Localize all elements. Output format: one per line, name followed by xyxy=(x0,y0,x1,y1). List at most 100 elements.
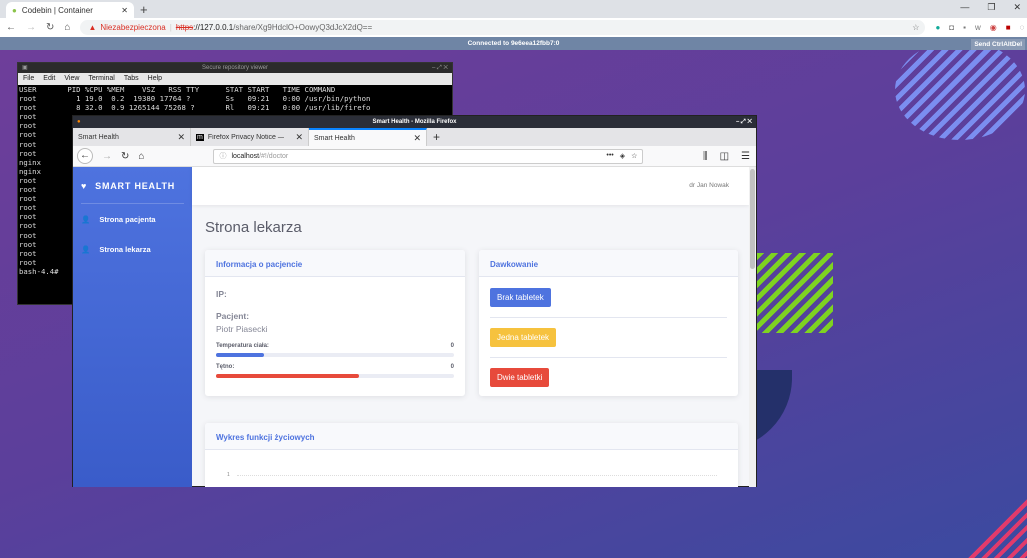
user-name[interactable]: dr Jan Nowak xyxy=(689,182,729,189)
reload-button[interactable]: ↻ xyxy=(121,151,129,162)
library-icon[interactable]: ⫼ xyxy=(703,151,708,162)
pocket-icon[interactable]: ◈ xyxy=(620,152,625,160)
menu-icon[interactable]: ☰ xyxy=(741,151,750,162)
card-title: Dawkowanie xyxy=(479,250,738,277)
forward-button[interactable]: → xyxy=(102,151,112,162)
gridline xyxy=(237,475,717,476)
window-title: Smart Health - Mozilla Firefox xyxy=(372,119,457,125)
chrome-toolbar: ← → ↻ ⌂ ▲ Niezabezpieczona | https://127.0.0.1… xyxy=(0,18,1027,37)
tab-privacy-notice[interactable]: mFirefox Privacy Notice — Mo ✕ xyxy=(191,128,309,146)
minimize-icon[interactable]: — xyxy=(960,2,969,13)
page-title: Strona lekarza xyxy=(205,219,302,236)
window-controls[interactable]: – ⤢ ✕ xyxy=(432,63,448,73)
forward-icon[interactable]: → xyxy=(26,22,36,33)
close-icon[interactable]: ✕ xyxy=(1013,2,1021,13)
back-button[interactable]: ← xyxy=(77,148,93,164)
brand[interactable]: ♥ SMART HEALTH xyxy=(81,181,175,191)
divider xyxy=(490,357,727,358)
vnc-status-bar: Connected to 9e6eea12fbb7:0 xyxy=(0,37,1027,50)
maximize-icon[interactable]: ❐ xyxy=(987,2,995,13)
temperature-progress xyxy=(216,353,454,357)
security-warning: Niezabezpieczona xyxy=(100,23,166,32)
close-tab-icon[interactable]: ✕ xyxy=(295,132,303,143)
sidebar-item-doctor-page[interactable]: 👤 Strona lekarza xyxy=(81,245,151,254)
pulse-progress-fill xyxy=(216,374,359,378)
reload-icon[interactable]: ↻ xyxy=(46,22,54,33)
brand-name: SMART HEALTH xyxy=(95,181,176,191)
one-pill-button[interactable]: Jedna tabletek xyxy=(490,328,557,347)
terminal-line: USER PID %CPU %MEM VSZ RSS TTY STAT STAR… xyxy=(19,85,336,94)
terminal-icon: ▣ xyxy=(22,65,28,71)
close-tab-icon[interactable]: ✕ xyxy=(121,6,128,15)
menu-file[interactable]: File xyxy=(23,73,34,85)
extension-icon[interactable]: ◉ xyxy=(990,23,997,32)
temperature-label: Temperatura ciała: xyxy=(216,343,269,349)
terminal-menu: File Edit View Terminal Tabs Help xyxy=(18,73,452,85)
card-title: Wykres funkcji życiowych xyxy=(205,423,738,450)
extensions: ●◘▪w◉■◌●⋮ xyxy=(935,23,1027,32)
address-bar[interactable]: ▲ Niezabezpieczona | https://127.0.0.1/shar… xyxy=(80,20,926,35)
terminal-title: Secure repository viewer xyxy=(201,65,269,71)
browser-tab[interactable]: ● Codebin | Container ✕ xyxy=(6,2,134,18)
window-controls[interactable]: – ⤢ ✕ xyxy=(736,116,752,128)
close-tab-icon[interactable]: ✕ xyxy=(413,133,421,144)
decorative-stripes xyxy=(757,253,833,333)
no-pills-button[interactable]: Brak tabletek xyxy=(490,288,551,307)
url-host: localhost xyxy=(231,152,260,160)
more-icon[interactable]: ••• xyxy=(606,152,613,160)
scrollbar-thumb[interactable] xyxy=(750,169,755,269)
page-scrollbar[interactable] xyxy=(749,167,756,487)
menu-help[interactable]: Help xyxy=(148,73,162,85)
temperature-progress-fill xyxy=(216,353,264,357)
web-page: ♥ SMART HEALTH 👤 Strona pacjenta 👤 Strona l… xyxy=(73,167,756,487)
extension-icon[interactable]: ◌ xyxy=(1020,23,1025,32)
menu-view[interactable]: View xyxy=(64,73,79,85)
extension-icon[interactable]: ▪ xyxy=(963,23,966,32)
firefox-window[interactable]: ● Smart Health - Mozilla Firefox – ⤢ ✕ Sma… xyxy=(72,115,757,487)
window-controls: — ❐ ✕ xyxy=(960,2,1021,13)
home-icon[interactable]: ⌂ xyxy=(64,22,70,33)
nav-label: Strona lekarza xyxy=(99,245,151,254)
url-path: /#!/doctor xyxy=(259,152,289,160)
user-icon: 👤 xyxy=(81,215,91,224)
menu-terminal[interactable]: Terminal xyxy=(88,73,114,85)
pulse-label: Tętno: xyxy=(216,364,235,370)
decorative-stripes xyxy=(960,490,1027,558)
tab-smart-health-active[interactable]: Smart Health ✕ xyxy=(309,128,427,146)
ip-label: IP: xyxy=(216,289,227,299)
back-icon[interactable]: ← xyxy=(6,22,16,33)
url-path: /share/Xg9HdclO+OowyQ3dJcX2dQ== xyxy=(233,23,373,32)
tab-label: Smart Health xyxy=(314,134,355,142)
tab-smart-health[interactable]: Smart Health ✕ xyxy=(73,128,191,146)
bookmark-star-icon[interactable]: ☆ xyxy=(631,152,637,160)
home-button[interactable]: ⌂ xyxy=(138,151,144,162)
terminal-line: root 8 32.0 0.9 1265144 75268 ? Rl 09:21… xyxy=(19,103,371,113)
menu-tabs[interactable]: Tabs xyxy=(124,73,139,85)
star-icon[interactable]: ☆ xyxy=(912,23,925,32)
y-tick-label: 1 xyxy=(227,472,230,478)
decorative-stripes xyxy=(895,50,1025,140)
close-tab-icon[interactable]: ✕ xyxy=(177,132,185,143)
shield-icon[interactable]: ■ xyxy=(1006,23,1011,32)
send-ctrl-alt-del-button[interactable]: Send CtrlAltDel xyxy=(971,39,1025,50)
sidebar-item-patient-page[interactable]: 👤 Strona pacjenta xyxy=(81,215,156,224)
sidebar-icon[interactable]: ◫ xyxy=(720,151,729,162)
url-host: ://127.0.0.1 xyxy=(193,23,234,32)
dosage-card: Dawkowanie Brak tabletek Jedna tabletek … xyxy=(479,250,738,396)
new-tab-button[interactable]: + xyxy=(140,2,148,17)
extension-icon[interactable]: ● xyxy=(935,23,940,32)
terminal-line: root 1 19.0 0.2 19380 17764 ? Ss 09:21 0… xyxy=(19,94,371,104)
two-pills-button[interactable]: Dwie tabletki xyxy=(490,368,550,387)
nav-label: Strona pacjenta xyxy=(99,215,156,224)
extension-icon[interactable]: w xyxy=(975,23,981,32)
terminal-titlebar[interactable]: Secure repository viewer – ⤢ ✕ ▣ xyxy=(18,63,452,73)
menu-edit[interactable]: Edit xyxy=(43,73,55,85)
patient-name: Piotr Piasecki xyxy=(216,324,268,334)
camera-icon[interactable]: ◘ xyxy=(949,23,954,32)
topbar: dr Jan Nowak xyxy=(192,167,749,205)
leaf-icon: ● xyxy=(12,5,17,15)
new-tab-button[interactable]: + xyxy=(427,128,446,146)
url-bar[interactable]: ⓘ localhost/#!/doctor ••• ◈ ☆ xyxy=(213,148,644,164)
firefox-titlebar[interactable]: ● Smart Health - Mozilla Firefox – ⤢ ✕ xyxy=(73,116,756,128)
info-icon: ⓘ xyxy=(219,153,227,160)
